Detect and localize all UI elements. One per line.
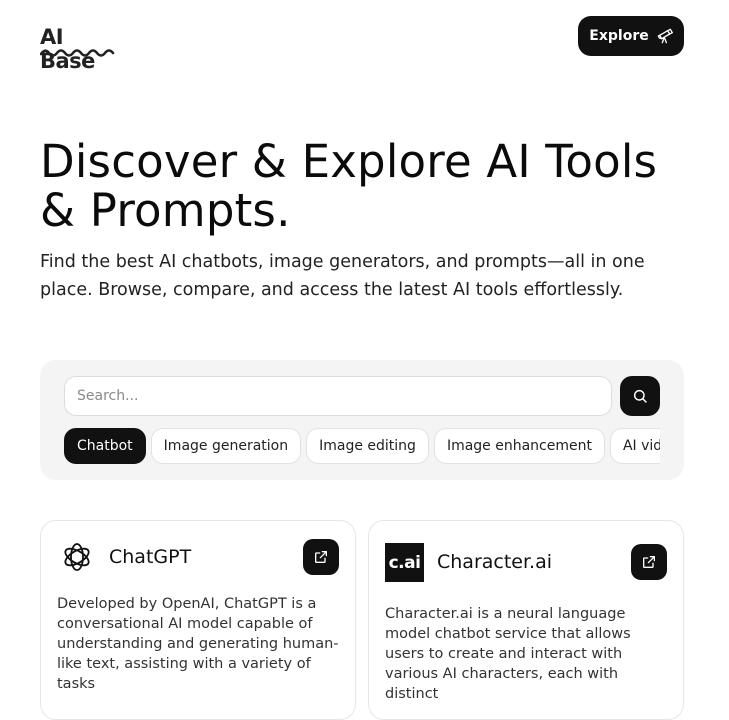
chip-ai-video[interactable]: AI video: [609, 428, 660, 464]
tool-description: Developed by OpenAI, ChatGPT is a conver…: [57, 596, 339, 692]
search-input[interactable]: [64, 376, 612, 416]
chip-image-enhancement[interactable]: Image enhancement: [433, 428, 605, 464]
logo-wave-icon: [40, 49, 115, 57]
explore-button[interactable]: Explore: [578, 16, 684, 56]
page-subtitle: Find the best AI chatbots, image generat…: [40, 252, 645, 300]
page-title: Discover & Explore AI Tools & Prompts.: [40, 135, 658, 237]
search-panel: Chatbot Image generation Image editing I…: [40, 360, 684, 480]
external-link-icon: [643, 556, 655, 568]
tool-card-chatgpt: ChatGPT Developed by OpenAI, ChatGPT is …: [40, 520, 356, 720]
chip-image-editing[interactable]: Image editing: [306, 428, 429, 464]
openai-logo-icon: [64, 543, 90, 571]
chip-chatbot[interactable]: Chatbot: [64, 428, 146, 464]
open-link-button[interactable]: [303, 539, 339, 575]
search-button[interactable]: [620, 376, 660, 416]
category-chips: Chatbot Image generation Image editing I…: [64, 428, 660, 464]
character-ai-logo: c.ai: [385, 543, 424, 582]
search-icon: [633, 389, 647, 403]
tool-description: Character.ai is a neural language model …: [385, 606, 631, 702]
tool-name: Character.ai: [437, 551, 553, 573]
open-link-button[interactable]: [631, 544, 667, 580]
site-logo[interactable]: AI Base: [40, 25, 118, 73]
chip-image-generation[interactable]: Image generation: [150, 428, 302, 464]
external-link-icon: [315, 551, 327, 563]
explore-label: Explore: [589, 28, 649, 44]
tool-card-character-ai: c.ai Character.ai Character.ai is a neur…: [368, 520, 684, 720]
tool-name: ChatGPT: [109, 546, 192, 568]
telescope-icon: [657, 28, 673, 44]
